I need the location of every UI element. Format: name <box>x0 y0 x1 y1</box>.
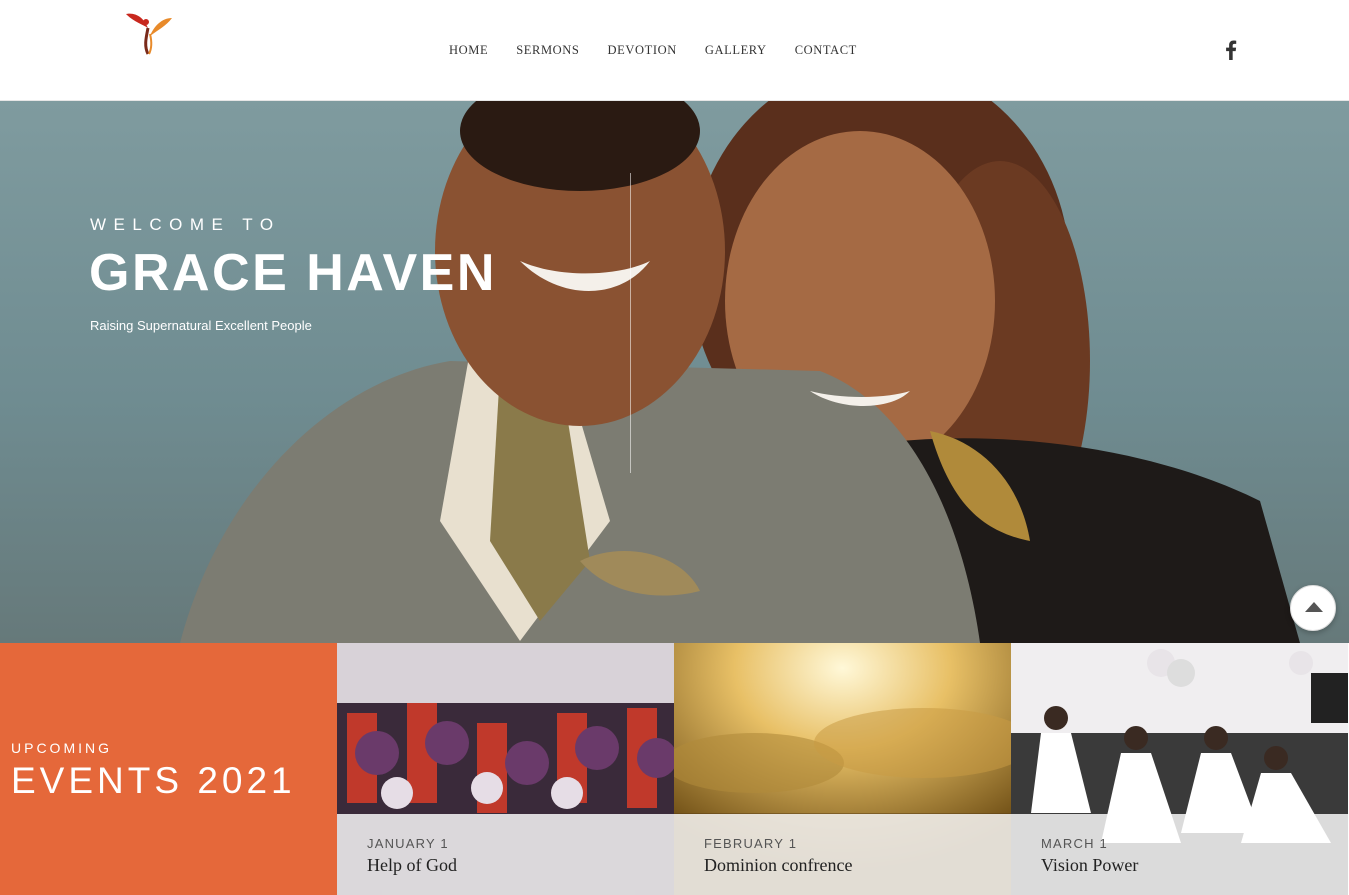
nav-home[interactable]: HOME <box>449 43 488 58</box>
logo[interactable] <box>122 10 176 56</box>
nav-contact[interactable]: CONTACT <box>795 43 857 58</box>
event-date: JANUARY 1 <box>367 836 449 851</box>
events-section: UPCOMING EVENTS 2021 JANUARY 1 Help of G… <box>0 643 1349 895</box>
event-date: FEBRUARY 1 <box>704 836 798 851</box>
event-caption: FEBRUARY 1 Dominion confrence <box>674 814 1011 895</box>
event-card[interactable]: FEBRUARY 1 Dominion confrence <box>674 643 1011 895</box>
hero-tagline: Raising Supernatural Excellent People <box>90 318 312 333</box>
nav-sermons[interactable]: SERMONS <box>516 43 579 58</box>
event-caption: MARCH 1 Vision Power <box>1011 814 1348 895</box>
event-date: MARCH 1 <box>1041 836 1108 851</box>
event-card[interactable]: JANUARY 1 Help of God <box>337 643 674 895</box>
event-card[interactable]: MARCH 1 Vision Power <box>1011 643 1348 895</box>
facebook-icon[interactable] <box>1222 40 1240 60</box>
nav-devotion[interactable]: DEVOTION <box>607 43 676 58</box>
site-header: HOME SERMONS DEVOTION GALLERY CONTACT <box>0 0 1349 101</box>
events-kicker: UPCOMING <box>11 740 112 756</box>
main-nav: HOME SERMONS DEVOTION GALLERY CONTACT <box>449 43 885 58</box>
events-heading: EVENTS 2021 <box>11 760 296 801</box>
hero-welcome: WELCOME TO <box>90 215 281 234</box>
hero-banner: WELCOME TO GRACE HAVEN Raising Supernatu… <box>0 101 1349 643</box>
event-title[interactable]: Vision Power <box>1041 855 1318 876</box>
event-caption: JANUARY 1 Help of God <box>337 814 674 895</box>
divider-line <box>630 173 631 473</box>
event-title[interactable]: Help of God <box>367 855 644 876</box>
hero-title: GRACE HAVEN <box>89 244 497 302</box>
hero-photo <box>180 101 1300 643</box>
nav-gallery[interactable]: GALLERY <box>705 43 767 58</box>
event-title[interactable]: Dominion confrence <box>704 855 981 876</box>
events-intro: UPCOMING EVENTS 2021 <box>0 643 337 895</box>
scroll-to-top-button[interactable] <box>1290 585 1336 631</box>
